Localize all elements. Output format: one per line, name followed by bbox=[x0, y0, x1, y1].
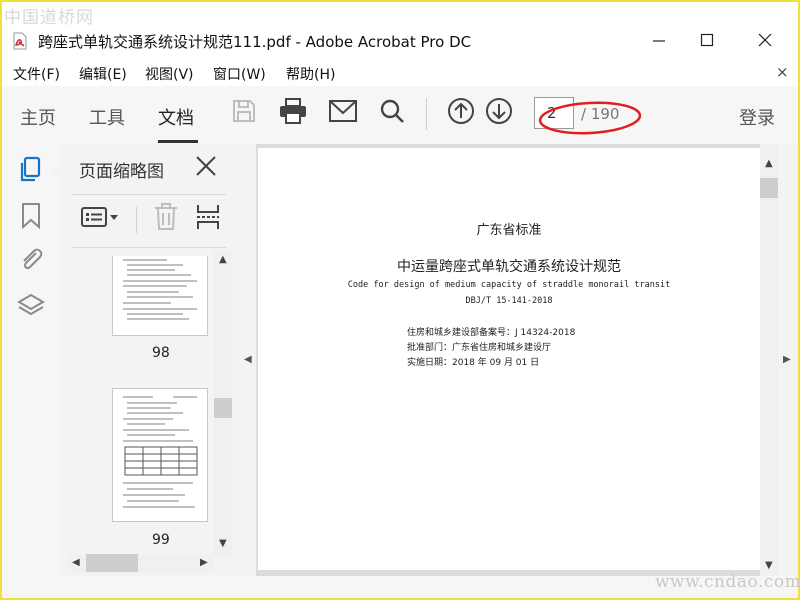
maximize-button[interactable] bbox=[684, 22, 730, 60]
insert-page-button[interactable] bbox=[194, 204, 222, 234]
close-icon bbox=[758, 32, 772, 51]
bookmark-icon bbox=[20, 202, 42, 234]
watermark-bottom: www.cndao.com bbox=[655, 572, 800, 592]
pages-icon bbox=[18, 156, 44, 188]
caret-right-icon: ▶ bbox=[783, 354, 791, 365]
close-document-button[interactable]: × bbox=[776, 63, 789, 81]
panel-title: 页面缩略图 bbox=[79, 162, 164, 182]
page-thumbnail-99[interactable] bbox=[112, 388, 208, 522]
previous-page-button[interactable] bbox=[446, 98, 476, 128]
panel-icon-divider bbox=[136, 207, 137, 233]
arrow-down-circle-icon bbox=[485, 97, 513, 129]
doc-title-en: Code for design of medium capacity of st… bbox=[347, 280, 671, 290]
panel-separator bbox=[72, 194, 226, 195]
expand-right-pane-button[interactable]: ▶ bbox=[778, 144, 798, 576]
arrow-up-circle-icon bbox=[447, 97, 475, 129]
chevron-right-icon[interactable]: ▶ bbox=[200, 557, 208, 568]
save-icon bbox=[231, 98, 257, 128]
close-icon bbox=[194, 156, 218, 182]
doc-meta-line: 住房和城乡建设部备案号：J 14324-2018 bbox=[407, 328, 576, 338]
red-highlight-ellipse bbox=[538, 100, 642, 138]
layers-nav-button[interactable] bbox=[16, 293, 46, 323]
minimize-button[interactable] bbox=[636, 22, 682, 60]
document-vertical-scrollbar[interactable]: ▲ ▼ bbox=[760, 144, 778, 576]
email-button[interactable] bbox=[328, 98, 358, 128]
chevron-up-icon[interactable]: ▲ bbox=[765, 158, 773, 169]
tab-home[interactable]: 主页 bbox=[20, 104, 56, 130]
page-break-icon bbox=[195, 203, 221, 235]
menu-help[interactable]: 帮助(H) bbox=[286, 64, 335, 84]
thumbnails-vertical-scrollbar[interactable]: ▲ ▼ bbox=[214, 250, 232, 556]
layers-icon bbox=[17, 292, 45, 324]
printer-icon bbox=[279, 98, 307, 128]
bookmarks-nav-button[interactable] bbox=[16, 203, 46, 233]
doc-meta-line: 批准部门：广东省住房和城乡建设厅 bbox=[407, 343, 552, 353]
page-thumbnail-98[interactable] bbox=[112, 256, 208, 336]
collapse-left-pane-button[interactable]: ◀ bbox=[242, 144, 256, 576]
menu-view[interactable]: 视图(V) bbox=[145, 64, 194, 84]
close-panel-button[interactable] bbox=[194, 154, 218, 178]
tab-document[interactable]: 文档 bbox=[158, 104, 194, 130]
chevron-down-icon[interactable]: ▼ bbox=[765, 560, 773, 571]
search-button[interactable] bbox=[377, 98, 407, 128]
active-nav-pointer bbox=[52, 165, 60, 181]
minimize-icon bbox=[652, 32, 666, 51]
menu-window[interactable]: 窗口(W) bbox=[213, 64, 266, 84]
menu-edit[interactable]: 编辑(E) bbox=[79, 64, 127, 84]
attachments-nav-button[interactable] bbox=[16, 246, 46, 276]
envelope-icon bbox=[329, 100, 357, 126]
active-tab-indicator bbox=[158, 140, 198, 143]
panel-separator bbox=[72, 247, 226, 248]
pdf-file-icon bbox=[13, 32, 27, 50]
chevron-up-icon[interactable]: ▲ bbox=[219, 254, 227, 265]
doc-meta-line: 实施日期：2018 年 09 月 01 日 bbox=[407, 358, 540, 368]
paperclip-icon bbox=[18, 245, 44, 277]
chevron-left-icon[interactable]: ◀ bbox=[72, 557, 80, 568]
close-window-button[interactable] bbox=[742, 22, 788, 60]
doc-code: DBJ/T 15-141-2018 bbox=[465, 296, 553, 306]
search-icon bbox=[379, 98, 405, 128]
document-scroll-thumb[interactable] bbox=[760, 178, 778, 198]
doc-title-cn: 中运量跨座式单轨交通系统设计规范 bbox=[397, 259, 621, 275]
next-page-button[interactable] bbox=[484, 98, 514, 128]
trash-icon bbox=[153, 203, 179, 235]
print-button[interactable] bbox=[278, 98, 308, 128]
thumbnail-options-button[interactable] bbox=[80, 204, 120, 234]
thumbnails-scroll-thumb[interactable] bbox=[214, 398, 232, 418]
chevron-down-icon[interactable]: ▼ bbox=[219, 538, 227, 549]
login-button[interactable]: 登录 bbox=[739, 104, 775, 130]
watermark-top: 中国道桥网 bbox=[4, 8, 94, 28]
save-button[interactable] bbox=[229, 98, 259, 128]
delete-pages-button[interactable] bbox=[152, 203, 180, 235]
page-thumbnails-nav-button[interactable] bbox=[16, 156, 46, 188]
menu-file[interactable]: 文件(F) bbox=[13, 64, 60, 84]
caret-left-icon: ◀ bbox=[244, 354, 252, 365]
window-title: 跨座式单轨交通系统设计规范111.pdf - Adobe Acrobat Pro… bbox=[38, 33, 472, 51]
thumbnails-hscroll-thumb[interactable] bbox=[86, 554, 138, 572]
options-menu-icon bbox=[80, 205, 120, 233]
thumbnails-horizontal-scrollbar[interactable]: ◀ ▶ bbox=[68, 554, 214, 572]
tab-tools[interactable]: 工具 bbox=[89, 104, 125, 130]
toolbar-divider bbox=[426, 98, 427, 130]
thumbnail-label: 98 bbox=[152, 345, 170, 361]
maximize-icon bbox=[700, 32, 714, 51]
doc-header: 广东省标准 bbox=[476, 223, 542, 238]
thumbnail-label: 99 bbox=[152, 532, 170, 548]
